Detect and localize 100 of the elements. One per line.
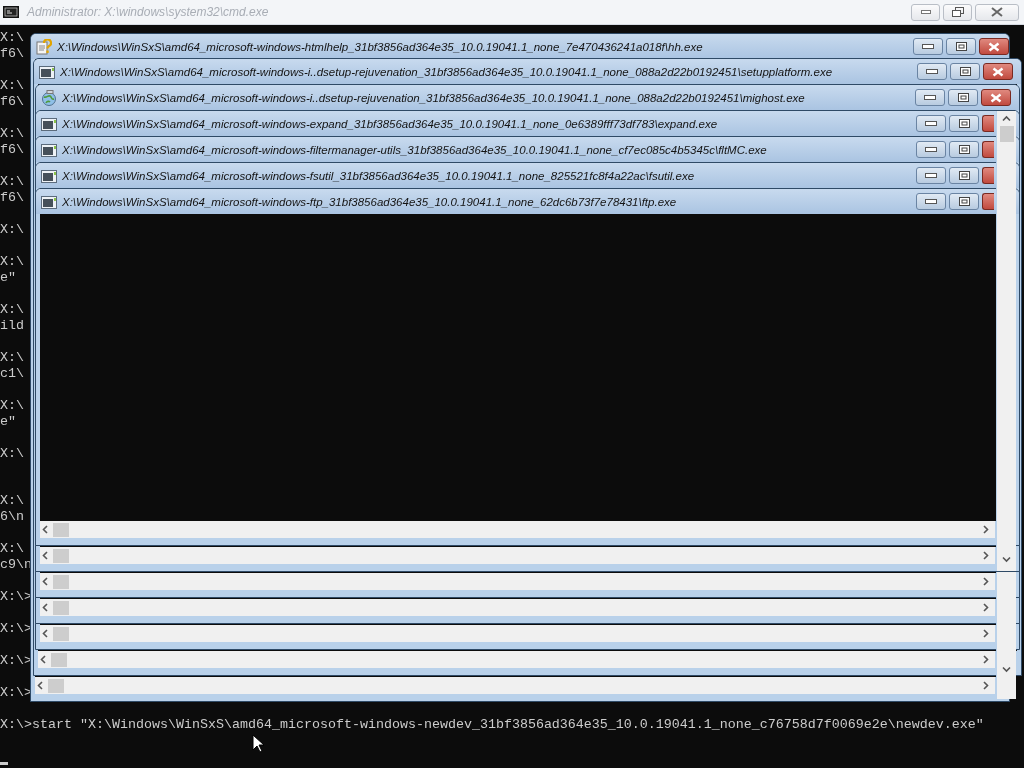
console-text: X:\ bbox=[0, 350, 24, 366]
restore-button[interactable] bbox=[943, 3, 972, 21]
horizontal-scrollbar[interactable] bbox=[40, 521, 995, 538]
scroll-down-icon bbox=[1002, 666, 1011, 673]
window-title: X:\Windows\WinSxS\amd64_microsoft-windows-expand_31bf3856ad364e35_10.0.19041.1_none_0e6389fff73df783\expand.exe bbox=[62, 117, 718, 130]
console-text: X:\> bbox=[0, 653, 32, 669]
maximize-button[interactable] bbox=[949, 167, 979, 184]
scrollbar-thumb[interactable] bbox=[53, 548, 69, 563]
scroll-left-icon bbox=[42, 629, 49, 638]
minimize-button[interactable] bbox=[916, 167, 946, 184]
close-icon bbox=[991, 7, 1003, 17]
scroll-right-icon bbox=[982, 525, 989, 534]
console-text: X:\ bbox=[0, 254, 24, 270]
close-icon bbox=[992, 66, 1004, 77]
restore-icon bbox=[951, 6, 964, 18]
console-text: X:\ bbox=[0, 302, 24, 318]
maximize-button[interactable] bbox=[948, 89, 978, 106]
maximize-icon bbox=[957, 93, 969, 102]
window-icon bbox=[41, 142, 57, 157]
scroll-right-icon bbox=[982, 681, 989, 690]
console-text: 6\n bbox=[0, 509, 24, 525]
scrollbar-thumb[interactable] bbox=[999, 126, 1014, 142]
minimize-icon bbox=[920, 10, 931, 14]
minimize-button[interactable] bbox=[916, 193, 946, 210]
horizontal-scrollbar[interactable] bbox=[40, 547, 995, 564]
maximize-icon bbox=[959, 67, 971, 76]
terminal-icon bbox=[3, 6, 19, 18]
scroll-left-icon bbox=[37, 681, 44, 690]
mouse-pointer-icon bbox=[252, 734, 264, 753]
close-button[interactable] bbox=[975, 3, 1019, 21]
console-text: X:\ bbox=[0, 446, 24, 462]
scroll-right-icon bbox=[982, 551, 989, 560]
scrollbar-thumb[interactable] bbox=[53, 574, 69, 589]
horizontal-scrollbar[interactable] bbox=[35, 677, 995, 694]
scrollbar-thumb[interactable] bbox=[53, 522, 69, 537]
scrollbar-thumb[interactable] bbox=[51, 652, 67, 667]
console-text: X:\ bbox=[0, 126, 24, 142]
scroll-right-icon bbox=[982, 629, 989, 638]
window-title: X:\Windows\WinSxS\amd64_microsoft-windows-fsutil_31bf3856ad364e35_10.0.19041.1_none_825521fc8f4a22ac\fsutil.exe bbox=[62, 169, 695, 182]
console-text: X:\ bbox=[0, 30, 24, 46]
window-title: X:\Windows\WinSxS\amd64_microsoft-windows-filtermanager-utils_31bf3856ad364e35_10.0.19041.1_none_cf7ec085c4b5345c\fltMC.exe bbox=[62, 143, 767, 156]
scroll-down-icon bbox=[1002, 556, 1011, 563]
maximize-button[interactable] bbox=[949, 141, 979, 158]
close-icon bbox=[990, 92, 1002, 103]
minimize-button[interactable] bbox=[913, 38, 943, 55]
maximize-button[interactable] bbox=[946, 38, 976, 55]
scroll-right-icon bbox=[982, 655, 989, 664]
globe-icon bbox=[41, 89, 57, 106]
scroll-left-icon bbox=[42, 577, 49, 586]
close-icon bbox=[988, 41, 1000, 52]
minimize-icon bbox=[925, 121, 937, 126]
maximize-button[interactable] bbox=[949, 115, 979, 132]
console-text: c1\ bbox=[0, 366, 24, 382]
close-button[interactable] bbox=[979, 38, 1009, 55]
text-cursor bbox=[0, 762, 8, 765]
close-button[interactable] bbox=[983, 63, 1013, 80]
scroll-left-icon bbox=[42, 525, 49, 534]
console-text: X:\ bbox=[0, 222, 24, 238]
scrollbar-thumb[interactable] bbox=[48, 678, 64, 693]
window-icon bbox=[39, 64, 55, 79]
scroll-left-icon bbox=[42, 603, 49, 612]
horizontal-scrollbar[interactable] bbox=[38, 651, 995, 668]
console-text: X:\>start "X:\Windows\WinSxS\amd64_microsoft-windows-newdev_31bf3856ad364e35_10.0.19041.1_none_c76758d7f0069e2e\newdev.exe" bbox=[0, 717, 984, 733]
console-text: X:\ bbox=[0, 541, 24, 557]
window-icon bbox=[41, 116, 57, 131]
maximize-icon bbox=[958, 119, 970, 128]
console-text: X:\> bbox=[0, 685, 32, 701]
scrollbar-thumb[interactable] bbox=[53, 626, 69, 641]
window-title: X:\Windows\WinSxS\amd64_microsoft-windows-i..dsetup-rejuvenation_31bf3856ad364e35_10.0.19041.1_none_088a2d22b0192451\mighost.exe bbox=[62, 91, 805, 104]
minimize-button[interactable] bbox=[916, 141, 946, 158]
minimize-icon bbox=[925, 173, 937, 178]
console-text: f6\ bbox=[0, 190, 24, 206]
scrollbar-thumb[interactable] bbox=[53, 600, 69, 615]
maximize-button[interactable] bbox=[949, 193, 979, 210]
minimize-button[interactable] bbox=[916, 115, 946, 132]
minimize-button[interactable] bbox=[911, 3, 940, 21]
minimize-icon bbox=[922, 44, 934, 49]
scroll-left-icon bbox=[42, 551, 49, 560]
horizontal-scrollbar[interactable] bbox=[40, 573, 995, 590]
console-text: X:\ bbox=[0, 78, 24, 94]
vertical-scrollbar[interactable] bbox=[996, 111, 1016, 571]
window-title: X:\Windows\WinSxS\amd64_microsoft-windows-ftp_31bf3856ad364e35_10.0.19041.1_none_62dc6b73f7e78431\ftp.exe bbox=[62, 195, 677, 208]
maximize-button[interactable] bbox=[950, 63, 980, 80]
horizontal-scrollbar[interactable] bbox=[40, 625, 995, 642]
minimize-button[interactable] bbox=[915, 89, 945, 106]
scroll-left-icon bbox=[40, 655, 47, 664]
console-text: X:\> bbox=[0, 621, 32, 637]
minimize-button[interactable] bbox=[917, 63, 947, 80]
console-text: e" bbox=[0, 414, 16, 430]
minimize-icon bbox=[925, 199, 937, 204]
vertical-scrollbar[interactable] bbox=[996, 572, 1016, 699]
window-title: X:\Windows\WinSxS\amd64_microsoft-windows-htmlhelp_31bf3856ad364e35_10.0.19041.1_none_7e470436241a018f\hh.exe bbox=[57, 40, 703, 53]
close-button[interactable] bbox=[981, 89, 1011, 106]
console-text: X:\ bbox=[0, 174, 24, 190]
window-icon bbox=[41, 168, 57, 183]
scroll-up-icon bbox=[1002, 115, 1011, 122]
horizontal-scrollbar[interactable] bbox=[40, 599, 995, 616]
console-text: f6\ bbox=[0, 46, 24, 62]
minimize-icon bbox=[926, 69, 938, 74]
scroll-right-icon bbox=[982, 577, 989, 586]
